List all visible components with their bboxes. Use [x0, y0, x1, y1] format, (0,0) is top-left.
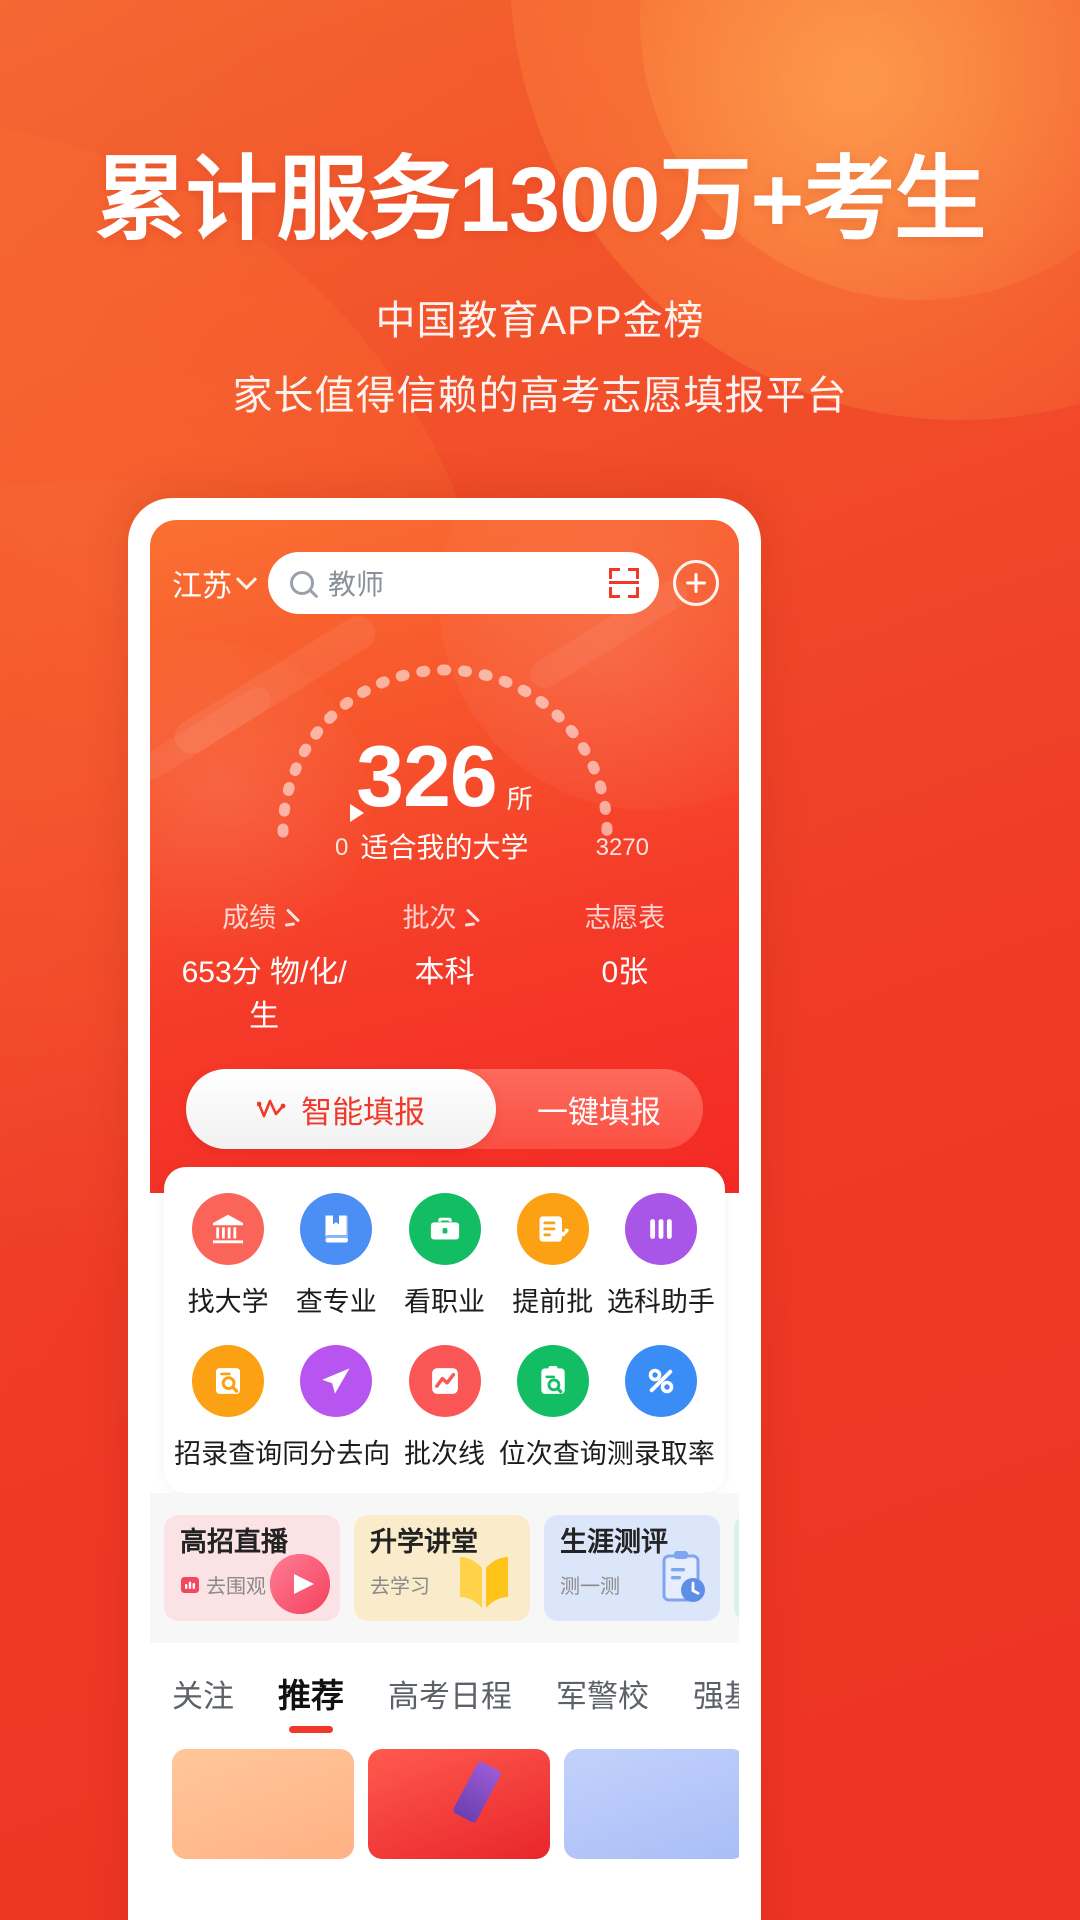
quick-action-early-batch[interactable]: 提前批: [499, 1193, 607, 1319]
quick-action-same-score[interactable]: 同分去向: [282, 1345, 390, 1471]
hero-headline: 累计服务1300万+考生: [94, 149, 986, 251]
edit-pencil-icon[interactable]: [464, 905, 486, 927]
hero-copy: 累计服务1300万+考生 中国教育APP金榜 家长值得信赖的高考志愿填报平台: [0, 149, 1080, 421]
stat-wishlist-value: 0张: [601, 956, 649, 989]
tab-schedule[interactable]: 高考日程: [388, 1671, 512, 1734]
quick-action-admission-rate[interactable]: 测录取率: [607, 1345, 715, 1471]
clipboard-clock-icon: [650, 1544, 712, 1619]
one-click-fill-label: 一键填报: [537, 1094, 661, 1130]
hero-subtitle-1: 中国教育APP金榜: [375, 298, 705, 343]
plus-icon[interactable]: [673, 560, 719, 606]
content-tabs[interactable]: 关注 推荐 高考日程 军警校 强基: [150, 1643, 739, 1735]
promo-card-postgrad[interactable]: 研究生 看报考: [734, 1515, 739, 1621]
quick-action-rank-query[interactable]: 位次查询: [499, 1345, 607, 1471]
quick-action-label: 批次线: [404, 1439, 485, 1469]
promo-action: 测一测: [560, 1576, 620, 1598]
app-screen: 江苏 教师 326 所 适合我的大学 0 3270 成绩 653分 物/化/生 …: [150, 520, 739, 1920]
quick-action-label: 招录查询: [174, 1439, 283, 1469]
gauge-unit: 所: [506, 784, 533, 814]
stat-batch-label: 批次: [402, 903, 457, 933]
feed-card[interactable]: [172, 1749, 354, 1859]
quick-action-label: 同分去向: [282, 1439, 391, 1469]
quick-action-label: 测录取率: [606, 1439, 715, 1469]
quick-action-find-university[interactable]: 找大学: [174, 1193, 282, 1319]
gauge-min-label: 0: [335, 834, 349, 861]
promo-action: 去学习: [370, 1576, 430, 1598]
stat-score-label-row: 成绩: [174, 896, 354, 935]
gauge-value: 326: [356, 729, 497, 825]
quick-action-find-career[interactable]: 看职业: [390, 1193, 498, 1319]
stat-score[interactable]: 成绩 653分 物/化/生: [174, 896, 354, 1035]
gauge-widget: 326 所 适合我的大学 0 3270: [150, 636, 739, 886]
bar-chart-icon: [181, 1576, 199, 1593]
briefcase-icon: [408, 1193, 481, 1265]
bank-icon: [192, 1193, 265, 1265]
quick-action-find-major[interactable]: 查专业: [282, 1193, 390, 1319]
smart-fill-button[interactable]: 智能填报: [186, 1069, 497, 1149]
send-icon: [300, 1345, 373, 1417]
quick-action-label: 看职业: [404, 1287, 485, 1317]
stats-row: 成绩 653分 物/化/生 批次 本科 志愿表 0张: [150, 896, 739, 1035]
quick-action-label: 找大学: [187, 1287, 269, 1317]
cta-row: 一键填报 智能填报: [186, 1069, 703, 1149]
quick-action-subject-helper[interactable]: 选科助手: [607, 1193, 715, 1319]
tab-military[interactable]: 军警校: [556, 1671, 649, 1734]
search-input[interactable]: 教师: [268, 552, 659, 614]
quick-actions-row-1: 找大学 查专业 看职业 提前批 选科助手: [174, 1193, 715, 1319]
promo-card-live[interactable]: 高招直播 去围观: [164, 1515, 340, 1621]
feed-card[interactable]: [368, 1749, 550, 1859]
stat-wishlist[interactable]: 志愿表 0张: [535, 896, 715, 1035]
quick-action-label: 选科助手: [606, 1287, 715, 1317]
promo-strip[interactable]: 高招直播 去围观 升学讲堂 去学习 生涯测评 测一测: [150, 1493, 739, 1643]
stat-batch[interactable]: 批次 本科: [354, 896, 534, 1035]
gauge-max-label: 3270: [595, 834, 649, 861]
doc-search-icon: [192, 1345, 265, 1417]
columns-icon: [624, 1193, 697, 1265]
quick-action-batch-line[interactable]: 批次线: [390, 1345, 498, 1471]
stat-batch-label-row: 批次: [354, 896, 534, 935]
book-icon: [300, 1193, 373, 1265]
hero-subtitle-2: 家长值得信赖的高考志愿填报平台: [232, 373, 848, 418]
search-input-value: 教师: [328, 569, 385, 600]
province-selector[interactable]: 江苏: [172, 561, 258, 605]
stat-batch-value: 本科: [414, 956, 475, 989]
stat-wishlist-label-row: 志愿表: [535, 896, 715, 935]
quick-action-label: 查专业: [295, 1287, 377, 1317]
promo-card-assessment[interactable]: 生涯测评 测一测: [544, 1515, 720, 1621]
feed-card[interactable]: [564, 1749, 739, 1859]
gauge-value-row: 326 所: [150, 734, 739, 820]
search-icon: [290, 571, 314, 595]
quick-action-label: 提前批: [512, 1287, 594, 1317]
quick-action-label: 位次查询: [498, 1439, 607, 1469]
percent-icon: [624, 1345, 697, 1417]
stat-score-label: 成绩: [222, 903, 277, 933]
clipboard-search-icon: [516, 1345, 589, 1417]
pen-graphic-icon: [451, 1760, 503, 1824]
stat-wishlist-label: 志愿表: [584, 903, 666, 933]
stat-score-value: 653分 物/化/生: [181, 956, 347, 1033]
app-header-panel: 江苏 教师 326 所 适合我的大学 0 3270 成绩 653分 物/化/生 …: [150, 520, 739, 1193]
scan-code-icon[interactable]: [609, 568, 639, 598]
promo-card-class[interactable]: 升学讲堂 去学习: [354, 1515, 530, 1621]
chevron-down-icon: [235, 568, 258, 590]
province-label: 江苏: [172, 570, 232, 603]
play-circle-icon: [260, 1542, 332, 1619]
promo-action: 去围观: [206, 1576, 266, 1598]
search-row: 江苏 教师: [150, 520, 739, 614]
tab-qiangji[interactable]: 强基: [693, 1671, 739, 1734]
tab-follow[interactable]: 关注: [172, 1671, 234, 1734]
quick-actions-card: 找大学 查专业 看职业 提前批 选科助手 招录查询 同分去向 批次线 位次查询 …: [164, 1167, 725, 1493]
phone-mockup: 江苏 教师 326 所 适合我的大学 0 3270 成绩 653分 物/化/生 …: [128, 498, 761, 1920]
line-chart-icon: [408, 1345, 481, 1417]
quick-action-admission-query[interactable]: 招录查询: [174, 1345, 282, 1471]
open-book-icon: [446, 1548, 522, 1619]
tab-recommend[interactable]: 推荐: [278, 1669, 344, 1735]
smart-fill-label: 智能填报: [301, 1094, 426, 1130]
edit-pencil-icon[interactable]: [284, 905, 306, 927]
pulse-icon: [257, 1099, 286, 1118]
quick-actions-row-2: 招录查询 同分去向 批次线 位次查询 测录取率: [174, 1345, 715, 1471]
feed-preview[interactable]: [150, 1735, 739, 1859]
list-chart-icon: [516, 1193, 589, 1265]
gauge-caption: 适合我的大学: [360, 832, 529, 863]
